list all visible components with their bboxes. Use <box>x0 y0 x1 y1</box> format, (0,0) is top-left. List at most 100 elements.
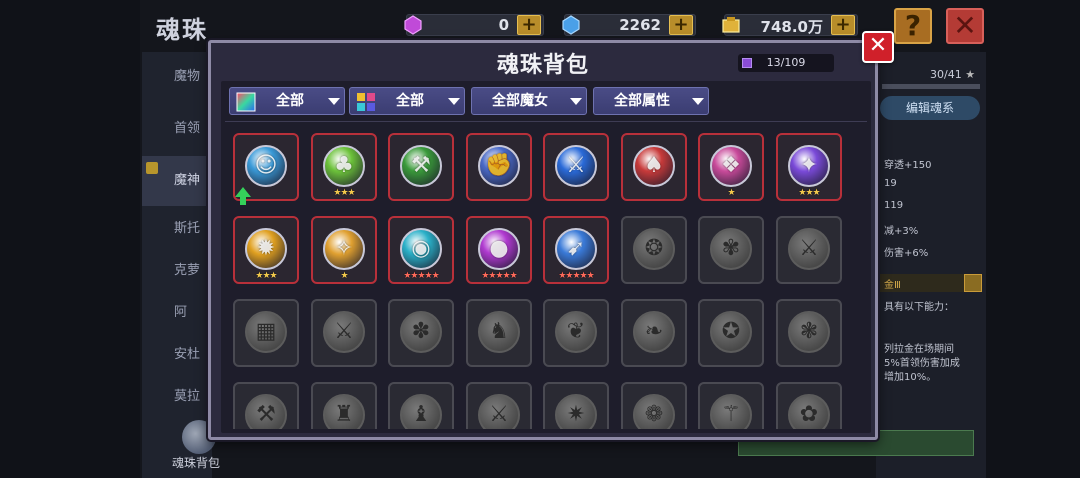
empty-orb-slot[interactable]: ✾ <box>698 216 764 284</box>
capacity-indicator: 13/109 <box>738 54 834 72</box>
left-menu: 魔物 首领 魔神 斯托 克萝 阿 安杜 莫拉 <box>142 52 212 478</box>
empty-orb-slot[interactable]: ❁ <box>621 382 687 429</box>
orb-glyph-icon: ❧ <box>644 319 664 344</box>
orb-glyph-icon: ☺ <box>254 153 278 178</box>
orb-glyph-icon: ✾ <box>721 236 741 261</box>
empty-orb-slot[interactable]: ✽ <box>388 299 454 367</box>
purple-gem-value: 0 <box>498 16 509 34</box>
empty-orb-slot[interactable]: ♞ <box>466 299 532 367</box>
divider <box>225 121 867 122</box>
left-menu-item-7[interactable]: 莫拉 <box>142 372 212 422</box>
quality-filter-dropdown[interactable]: 全部 <box>229 87 345 115</box>
soul-orb-slot[interactable]: ✹ ★★★ <box>233 216 299 284</box>
add-blue-gem-button[interactable]: + <box>669 15 693 35</box>
orb-glyph-icon: ⚔ <box>334 319 354 344</box>
empty-orb-slot[interactable]: ♜ <box>311 382 377 429</box>
star-rating: ★★★★★ <box>403 271 439 281</box>
blue-gem-icon <box>562 15 580 35</box>
star-rating: ★ <box>727 188 735 198</box>
orb-glyph-icon: ◉ <box>411 236 431 261</box>
star-rating: ★★★★★ <box>481 271 517 281</box>
bag-panel: 全部 全部 全部魔女 全部属性 ☺ ♣ ★★★ ⚒ ✊ ⚔ ♠ ❖ ★ ✦ ★★★ ✹ ★★★ ✧ ★ <box>221 81 871 433</box>
desc-line-2: 5%首领伤害加成 <box>884 358 960 369</box>
stat-line-0: 穿透+150 <box>884 160 932 171</box>
soul-orb-slot[interactable]: ⚔ <box>543 133 609 201</box>
orb-glyph-icon: ✊ <box>485 153 513 178</box>
attribute-filter-dropdown[interactable]: 全部属性 <box>593 87 709 115</box>
soul-orb-slot[interactable]: ✦ ★★★ <box>776 133 842 201</box>
empty-orb-slot[interactable]: ⚔ <box>776 216 842 284</box>
soul-orb-slot[interactable]: ❖ ★ <box>698 133 764 201</box>
left-menu-item-2-label: 魔神 <box>174 173 201 188</box>
empty-orb-slot[interactable]: ✪ <box>698 299 764 367</box>
add-purple-gem-button[interactable]: + <box>517 15 541 35</box>
soul-orb-slot[interactable]: ➹ ★★★★★ <box>543 216 609 284</box>
empty-orb-slot[interactable]: ❧ <box>621 299 687 367</box>
witch-filter-dropdown[interactable]: 全部魔女 <box>471 87 587 115</box>
star-rating: ★★★ <box>798 188 820 198</box>
orb-glyph-icon: ✪ <box>721 319 741 344</box>
screen-close-button[interactable]: ✕ <box>946 8 984 44</box>
orb-glyph-icon: ✹ <box>256 236 276 261</box>
chevron-down-icon <box>448 98 460 105</box>
quality-filter-label: 全部 <box>276 93 304 109</box>
soul-orb-slot[interactable]: ◉ ★★★★★ <box>388 216 454 284</box>
add-gold-button[interactable]: + <box>831 15 855 35</box>
soul-orb-grid: ☺ ♣ ★★★ ⚒ ✊ ⚔ ♠ ❖ ★ ✦ ★★★ ✹ ★★★ ✧ ★ ◉ ★★★★★ ● ★★★★★ ➹ ★★★★★ ❂… <box>233 133 843 429</box>
orb-glyph-icon: ⚒ <box>411 153 431 178</box>
soul-orb-slot[interactable]: ♣ ★★★ <box>311 133 377 201</box>
orb-glyph-icon: ❂ <box>644 236 664 261</box>
edit-soul-button[interactable]: 编辑魂系 <box>880 96 980 120</box>
soul-orb-slot[interactable]: ☺ <box>233 133 299 205</box>
star-icon: ★ <box>965 68 976 81</box>
gold-icon <box>722 17 740 33</box>
empty-orb-slot[interactable]: ♝ <box>388 382 454 429</box>
soul-orb-slot[interactable]: ✊ <box>466 133 532 201</box>
desc-line-3: 增加10%。 <box>884 372 937 383</box>
left-menu-item-0[interactable]: 魔物 <box>142 52 212 102</box>
empty-orb-slot[interactable]: ❦ <box>543 299 609 367</box>
left-menu-item-2[interactable]: 魔神 <box>142 156 212 206</box>
empty-orb-slot[interactable]: ❃ <box>776 299 842 367</box>
orb-glyph-icon: ▦ <box>255 319 277 344</box>
empty-orb-slot[interactable]: ⚚ <box>698 382 764 429</box>
empty-orb-slot[interactable]: ⚔ <box>466 382 532 429</box>
empty-orb-slot[interactable]: ✷ <box>543 382 609 429</box>
orb-glyph-icon: ♣ <box>334 153 354 178</box>
help-button[interactable]: ? <box>894 8 932 44</box>
orb-glyph-icon: ❁ <box>644 402 664 427</box>
orb-glyph-icon: ⚔ <box>489 402 509 427</box>
orb-glyph-icon: ✦ <box>799 153 819 178</box>
orb-glyph-icon: ❦ <box>566 319 586 344</box>
type-filter-label: 全部 <box>396 93 424 109</box>
attribute-filter-label: 全部属性 <box>614 93 670 109</box>
star-rating: ★★★ <box>333 188 355 198</box>
empty-orb-slot[interactable]: ✿ <box>776 382 842 429</box>
witch-filter-label: 全部魔女 <box>492 93 548 109</box>
soul-orb-slot[interactable]: ⚒ <box>388 133 454 201</box>
soul-orb-bag-label[interactable]: 魂珠背包 <box>172 454 220 471</box>
soul-orb-bag-modal: 魂珠背包 13/109 ✕ 全部 全部 全部魔女 全部属性 ☺ ♣ ★★★ ⚒ … <box>208 31 894 440</box>
empty-orb-slot[interactable]: ⚔ <box>311 299 377 367</box>
empty-orb-slot[interactable]: ▦ <box>233 299 299 367</box>
info-icon[interactable] <box>964 274 982 292</box>
orb-glyph-icon: ⚔ <box>566 153 586 178</box>
orb-glyph-icon: ➹ <box>566 236 586 261</box>
soul-orb-slot[interactable]: ✧ ★ <box>311 216 377 284</box>
empty-orb-slot[interactable]: ❂ <box>621 216 687 284</box>
close-button[interactable]: ✕ <box>862 31 894 63</box>
empty-orb-slot[interactable]: ⚒ <box>233 382 299 429</box>
orb-glyph-icon: ♜ <box>334 402 354 427</box>
background-left <box>0 0 140 478</box>
star-rating: ★★★ <box>255 271 277 281</box>
stat-line-3: 减+3% <box>884 226 919 237</box>
orb-glyph-icon: ✷ <box>566 402 586 427</box>
collection-progress-bar <box>882 84 980 89</box>
orb-glyph-icon: ♞ <box>489 319 509 344</box>
type-filter-dropdown[interactable]: 全部 <box>349 87 465 115</box>
soul-orb-slot[interactable]: ♠ <box>621 133 687 201</box>
chevron-down-icon <box>570 98 582 105</box>
left-menu-item-1[interactable]: 首领 <box>142 104 212 154</box>
gold-counter: 748.0万 + <box>722 14 858 36</box>
soul-orb-slot[interactable]: ● ★★★★★ <box>466 216 532 284</box>
